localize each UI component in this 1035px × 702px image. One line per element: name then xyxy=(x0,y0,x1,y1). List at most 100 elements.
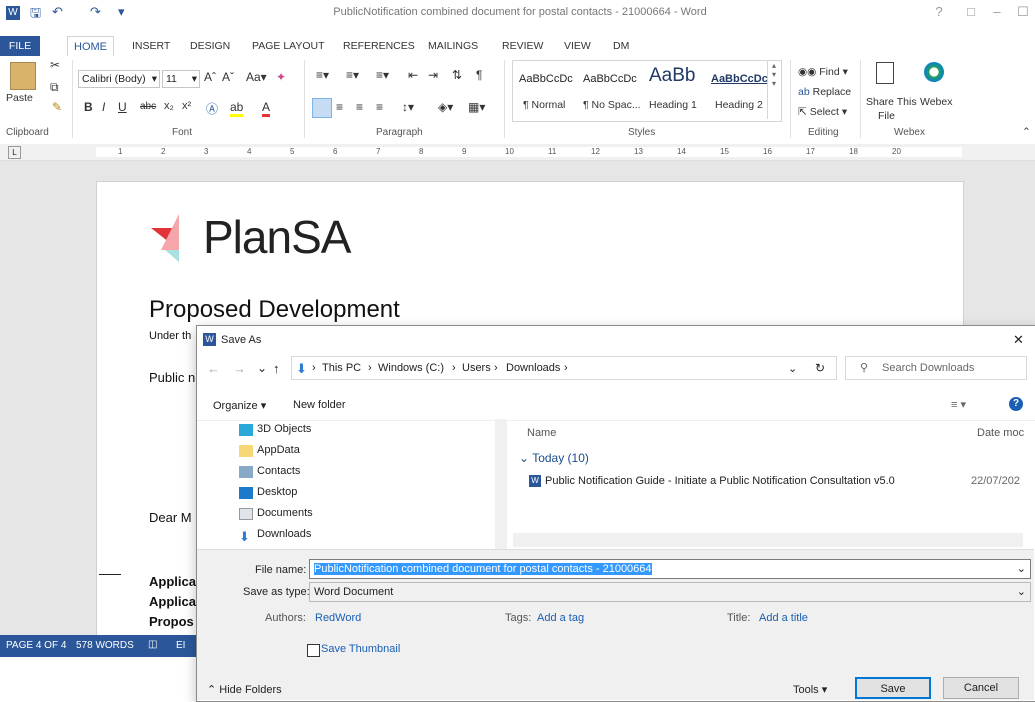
filename-input[interactable]: PublicNotification combined document for… xyxy=(309,559,1031,579)
refresh-icon[interactable]: ↻ xyxy=(815,361,825,375)
close-button[interactable]: ✕ xyxy=(1013,332,1024,348)
tab-insert[interactable]: INSERT xyxy=(132,40,170,52)
breadcrumb-this-pc[interactable]: This PC xyxy=(322,362,361,374)
align-center-icon[interactable]: ≡ xyxy=(336,100,343,114)
back-arrow-icon[interactable]: ← xyxy=(207,361,220,376)
style-preview-heading-1[interactable]: AaBb xyxy=(649,65,695,87)
bullets-icon[interactable]: ≡▾ xyxy=(316,68,329,82)
horizontal-scrollbar[interactable] xyxy=(513,533,1023,547)
help-button[interactable]: ? xyxy=(926,4,952,26)
word-count[interactable]: 578 WORDS xyxy=(76,640,134,651)
multilevel-list-icon[interactable]: ≡▾ xyxy=(376,68,389,82)
tab-references[interactable]: REFERENCES xyxy=(343,40,415,52)
save-button[interactable]: Save xyxy=(855,677,931,699)
grow-font-icon[interactable]: Aˆ xyxy=(204,70,216,84)
help-icon[interactable]: ? xyxy=(1009,397,1023,411)
share-this-file-button[interactable]: Share This xyxy=(866,96,917,108)
view-options-icon[interactable]: ≡ ▾ xyxy=(951,398,966,411)
breadcrumb-users[interactable]: Users xyxy=(462,362,491,374)
font-size-select[interactable]: 11 ▾ xyxy=(162,70,200,88)
customize-quick-access-icon[interactable]: ▾ xyxy=(118,4,125,28)
new-folder-button[interactable]: New folder xyxy=(293,399,346,411)
minimize-button[interactable]: – xyxy=(984,4,1010,26)
breadcrumb-downloads[interactable]: Downloads xyxy=(506,362,560,374)
group-header-today[interactable]: ⌄ Today (10) xyxy=(519,451,589,465)
nav-item-3d-objects[interactable]: 3D Objects xyxy=(257,423,311,435)
borders-icon[interactable]: ▦▾ xyxy=(468,100,485,114)
ribbon-display-options-icon[interactable]: □ xyxy=(958,4,984,26)
line-spacing-icon[interactable]: ↕▾ xyxy=(402,100,414,114)
styles-scroll[interactable]: ▴ ▾ ▾ xyxy=(767,61,780,119)
subscript-icon[interactable]: x₂ xyxy=(164,100,174,112)
replace-button[interactable]: ab Replace xyxy=(798,86,851,98)
style-preview-normal[interactable]: AaBbCcDc xyxy=(519,73,573,85)
save-as-type-select[interactable]: Word Document ⌄ xyxy=(309,582,1031,602)
forward-arrow-icon[interactable]: → xyxy=(233,361,246,376)
show-formatting-icon[interactable]: ¶ xyxy=(476,68,482,82)
shrink-font-icon[interactable]: Aˇ xyxy=(222,70,234,84)
share-icon[interactable] xyxy=(876,62,894,84)
increase-indent-icon[interactable]: ⇥ xyxy=(428,68,438,82)
tab-file[interactable]: FILE xyxy=(0,36,40,56)
search-box[interactable]: ⚲ Search Downloads xyxy=(845,356,1027,380)
recent-locations-icon[interactable]: ⌄ xyxy=(257,361,267,375)
nav-scrollbar[interactable] xyxy=(495,419,507,549)
tab-view[interactable]: VIEW xyxy=(564,40,591,52)
tab-mailings[interactable]: MAILINGS xyxy=(428,40,478,52)
hide-folders-button[interactable]: ⌃ Hide Folders xyxy=(207,683,282,696)
column-date-modified[interactable]: Date moc xyxy=(977,427,1024,439)
style-no-spacing[interactable]: ¶ No Spac... xyxy=(583,99,641,111)
style-heading-1[interactable]: Heading 1 xyxy=(649,99,697,111)
language-indicator[interactable]: EI xyxy=(176,640,185,651)
title-input[interactable]: Add a title xyxy=(759,612,808,624)
font-name-select[interactable]: Calibri (Body) ▾ xyxy=(78,70,160,88)
style-preview-no-spacing[interactable]: AaBbCcDc xyxy=(583,73,637,85)
underline-icon[interactable]: U xyxy=(118,100,127,114)
address-bar[interactable]: ⬇ › This PC › Windows (C:) › Users › Dow… xyxy=(291,356,837,380)
italic-icon[interactable]: I xyxy=(102,100,105,114)
paste-icon[interactable] xyxy=(10,62,36,90)
nav-item-desktop[interactable]: Desktop xyxy=(257,486,297,498)
tab-page-layout[interactable]: PAGE LAYOUT xyxy=(252,40,325,52)
ruler-bar[interactable] xyxy=(96,147,962,157)
page-count[interactable]: PAGE 4 OF 4 xyxy=(6,640,66,651)
redo-icon[interactable]: ↷ xyxy=(90,4,101,28)
align-right-icon[interactable]: ≡ xyxy=(356,100,363,114)
tab-dm[interactable]: DM xyxy=(613,40,629,52)
proofing-icon[interactable]: ◫ xyxy=(148,639,157,650)
chevron-down-icon[interactable]: ⌄ xyxy=(788,362,797,375)
file-name-1[interactable]: Public Notification Guide - Initiate a P… xyxy=(545,475,895,487)
bold-icon[interactable]: B xyxy=(84,100,93,114)
tags-input[interactable]: Add a tag xyxy=(537,612,584,624)
webex-button[interactable]: Webex xyxy=(920,96,953,108)
tab-design[interactable]: DESIGN xyxy=(190,40,230,52)
shading-icon[interactable]: ◈▾ xyxy=(438,100,453,114)
nav-item-contacts[interactable]: Contacts xyxy=(257,465,300,477)
font-color-icon[interactable]: A xyxy=(262,100,271,117)
maximize-button[interactable]: ☐ xyxy=(1010,4,1035,26)
change-case-icon[interactable]: Aa▾ xyxy=(246,70,267,84)
select-button[interactable]: ⇱ Select ▾ xyxy=(798,106,847,118)
superscript-icon[interactable]: x² xyxy=(182,100,191,112)
nav-item-appdata[interactable]: AppData xyxy=(257,444,300,456)
strikethrough-icon[interactable]: abc xyxy=(140,101,156,112)
paste-button[interactable]: Paste xyxy=(6,92,33,104)
tab-selector[interactable]: L xyxy=(8,146,21,159)
style-preview-heading-2[interactable]: AaBbCcDc xyxy=(711,73,768,85)
breadcrumb-windows-c[interactable]: Windows (C:) xyxy=(378,362,444,374)
organize-button[interactable]: Organize ▾ xyxy=(213,399,266,412)
align-left-icon[interactable] xyxy=(312,98,332,118)
save-icon[interactable]: 🖫 xyxy=(30,4,41,28)
column-name[interactable]: Name xyxy=(527,427,556,439)
collapse-ribbon-icon[interactable]: ⌃ xyxy=(1022,126,1031,138)
justify-icon[interactable]: ≡ xyxy=(376,100,383,114)
save-thumbnail-checkbox[interactable] xyxy=(307,644,320,657)
clear-formatting-icon[interactable]: ✦ xyxy=(276,70,286,84)
cancel-button[interactable]: Cancel xyxy=(943,677,1019,699)
authors-value[interactable]: RedWord xyxy=(315,612,361,624)
nav-item-documents[interactable]: Documents xyxy=(257,507,313,519)
webex-icon[interactable] xyxy=(924,62,944,82)
format-painter-icon[interactable]: ✎ xyxy=(52,100,62,114)
copy-icon[interactable]: ⧉ xyxy=(50,80,59,95)
up-arrow-icon[interactable]: ↑ xyxy=(273,361,280,376)
